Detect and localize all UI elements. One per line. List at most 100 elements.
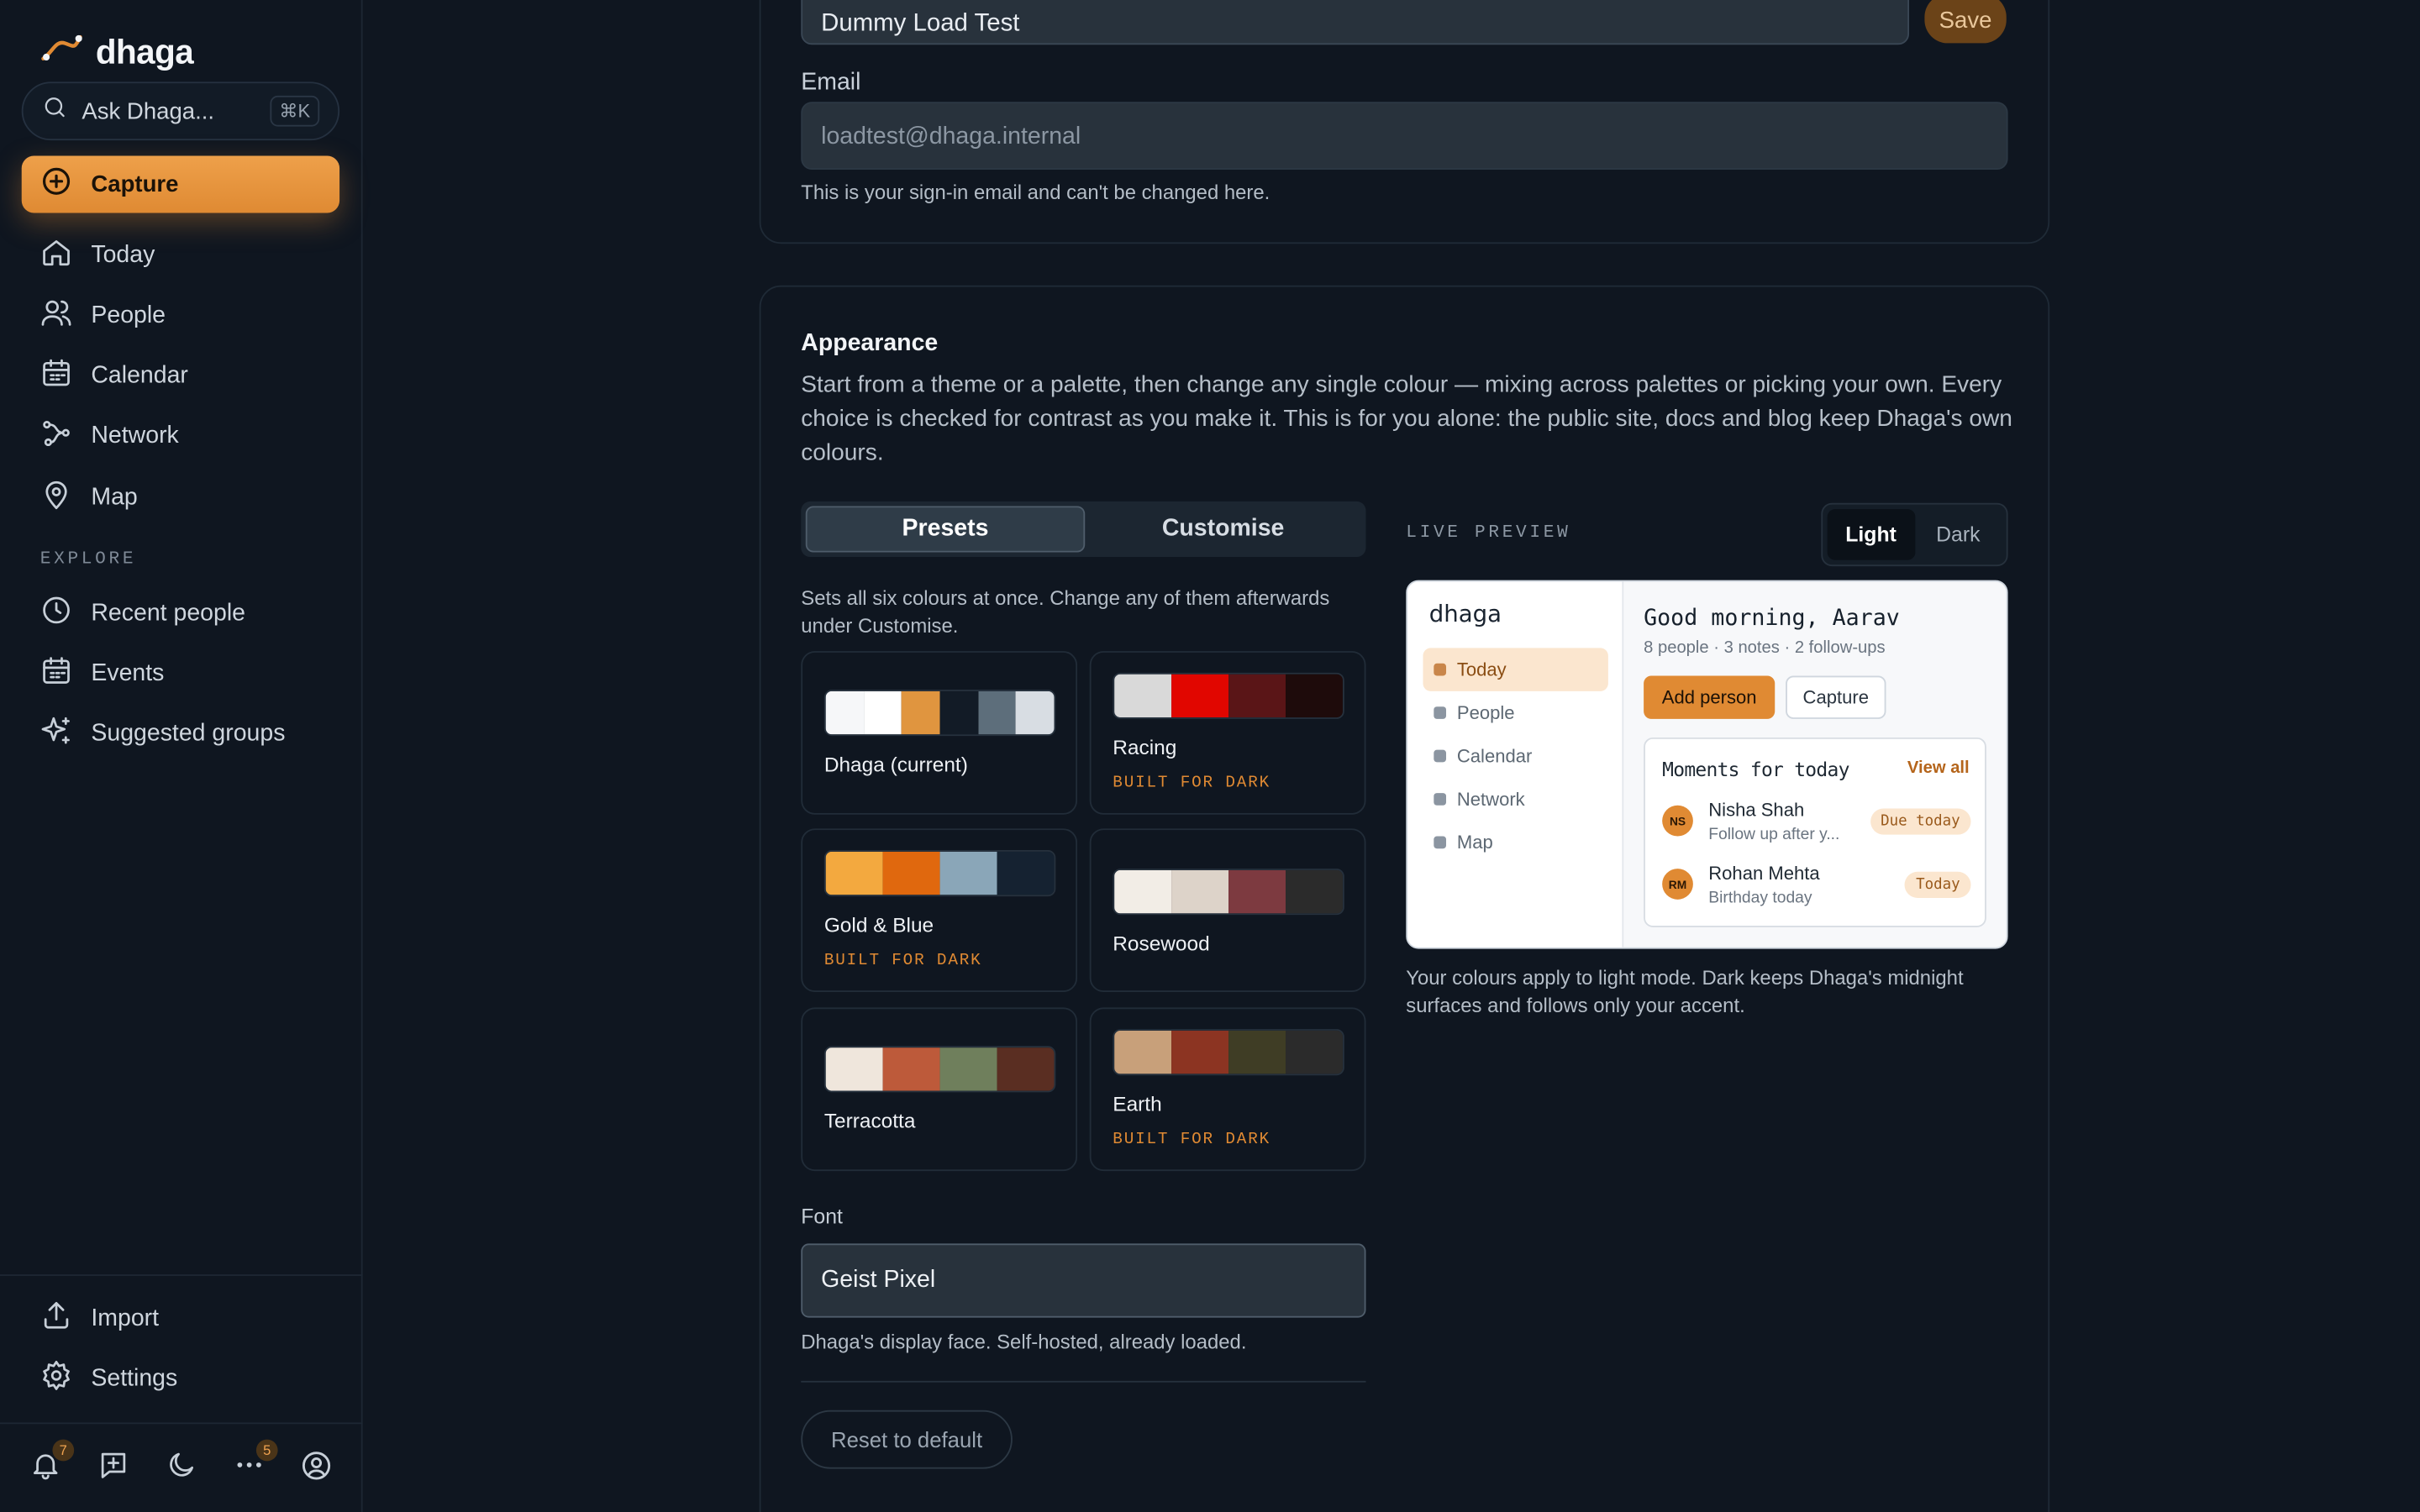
more-button[interactable]: 5: [232, 1439, 278, 1485]
preview-moments-card: Moments for today View all NS Nisha Shah…: [1644, 737, 1986, 927]
preset-tag: BUILT FOR DARK: [823, 952, 982, 971]
color-swatch: [882, 1047, 940, 1091]
mode-dark-button[interactable]: Dark: [1914, 509, 2002, 560]
color-swatch: [997, 851, 1055, 895]
nav-item-today[interactable]: Today: [0, 225, 363, 286]
color-swatch: [977, 690, 1017, 735]
color-swatch: [1171, 1030, 1229, 1074]
divider: [801, 1380, 1366, 1383]
preset-name: Dhaga (current): [823, 753, 968, 776]
display-name-input[interactable]: Dummy Load Test: [801, 0, 1910, 45]
moment-note: Follow up after y...: [1708, 825, 1840, 844]
search-placeholder: Ask Dhaga...: [82, 97, 215, 124]
upload-icon: [40, 1299, 73, 1339]
live-preview-label: LIVE PREVIEW: [1406, 522, 1571, 543]
more-badge: 5: [255, 1439, 278, 1462]
color-swatch: [1114, 674, 1172, 718]
color-swatch: [1228, 674, 1286, 718]
search-input[interactable]: Ask Dhaga... ⌘K: [21, 81, 340, 141]
preview-nav-label: Calendar: [1456, 745, 1533, 767]
color-swatch: [1228, 1030, 1286, 1074]
calendar-icon: [40, 357, 73, 397]
color-swatch: [1285, 1030, 1343, 1074]
tab-customise[interactable]: Customise: [1085, 506, 1361, 552]
nav-item-people[interactable]: People: [0, 286, 363, 346]
palette-swatches: [823, 850, 1056, 897]
mode-light-button[interactable]: Light: [1827, 509, 1915, 560]
nav-item-map[interactable]: Map: [0, 468, 363, 528]
notifications-button[interactable]: 7: [28, 1439, 75, 1485]
nav-item-suggested-groups[interactable]: Suggested groups: [0, 704, 363, 764]
preview-nav-item: Today: [1423, 648, 1608, 691]
moment-name: Nisha Shah: [1708, 799, 1805, 822]
preview-brand: dhaga: [1428, 600, 1502, 628]
nav-item-calendar[interactable]: Calendar: [0, 346, 363, 407]
theme-toggle-button[interactable]: [164, 1452, 197, 1485]
section-description: Start from a theme or a palette, then ch…: [801, 371, 2012, 466]
color-swatch: [1016, 690, 1055, 735]
preset-name: Terracotta: [823, 1109, 916, 1133]
moments-view-all: View all: [1907, 759, 1970, 778]
color-swatch: [825, 1047, 883, 1091]
nav-item-import[interactable]: Import: [0, 1289, 363, 1349]
user-circle-icon: [299, 1448, 333, 1490]
nav-item-network[interactable]: Network: [0, 407, 363, 467]
preset-tile-terracotta[interactable]: Terracotta: [801, 1007, 1078, 1172]
nav-label: Events: [91, 659, 165, 687]
main-nav: Today People Calendar Network Map: [0, 225, 363, 528]
feedback-button[interactable]: [96, 1452, 129, 1485]
appearance-tabs: Presets Customise: [801, 501, 1366, 558]
tab-presets[interactable]: Presets: [805, 506, 1086, 553]
message-plus-icon: [97, 1449, 129, 1489]
capture-button[interactable]: Capture: [21, 155, 340, 213]
save-button[interactable]: Save: [1924, 0, 2007, 44]
font-select[interactable]: Geist Pixel: [801, 1243, 1366, 1318]
email-label: Email: [801, 69, 861, 96]
nav-label: Suggested groups: [91, 720, 286, 748]
palette-swatches: [1113, 869, 1344, 916]
reset-to-default-button[interactable]: Reset to default: [801, 1410, 1013, 1469]
divider: [0, 1422, 363, 1425]
account-button[interactable]: [299, 1451, 333, 1485]
email-help-text: This is your sign-in email and can't be …: [801, 180, 1270, 204]
preview-nav-label: Map: [1456, 831, 1493, 853]
nav-item-recent-people[interactable]: Recent people: [0, 583, 363, 643]
preset-name: Rosewood: [1113, 932, 1210, 955]
preview-mode-toggle: Light Dark: [1821, 502, 2008, 567]
nav-label: Settings: [91, 1365, 178, 1392]
color-swatch: [939, 1047, 997, 1091]
color-swatch: [1114, 1030, 1172, 1074]
live-preview-help-text: Your colours apply to light mode. Dark k…: [1406, 965, 1964, 1016]
preview-nav-item: Calendar: [1423, 734, 1607, 777]
moment-row: RM Rohan Mehta Birthday today Today: [1662, 862, 1971, 915]
nav-item-events[interactable]: Events: [0, 643, 363, 704]
color-swatch: [1228, 869, 1286, 914]
divider: [0, 1274, 363, 1276]
square-icon: [1434, 793, 1447, 806]
preset-tile-racing[interactable]: Racing BUILT FOR DARK: [1089, 651, 1366, 815]
preset-tile-gold-blue[interactable]: Gold & Blue BUILT FOR DARK: [801, 828, 1078, 993]
preview-nav-item: People: [1423, 691, 1607, 734]
logo-icon: [40, 31, 83, 73]
presets-help-text: Sets all six colours at once. Change any…: [801, 585, 1330, 637]
preview-nav-label: Today: [1456, 659, 1507, 680]
preset-tile-dhaga[interactable]: Dhaga (current): [801, 651, 1078, 815]
color-swatch: [902, 690, 940, 735]
moment-name: Rohan Mehta: [1708, 862, 1820, 885]
sparkles-icon: [40, 715, 73, 755]
sidebar: dhaga Ask Dhaga... ⌘K Capture Today Peop…: [0, 0, 363, 1512]
preset-tile-rosewood[interactable]: Rosewood: [1089, 828, 1366, 993]
nav-item-settings[interactable]: Settings: [0, 1349, 363, 1410]
preview-nav-item: Network: [1423, 778, 1607, 821]
color-swatch: [1171, 674, 1229, 718]
preview-add-person-button: Add person: [1644, 675, 1776, 719]
moment-note: Birthday today: [1708, 888, 1812, 907]
app-window: dhaga Ask Dhaga... ⌘K Capture Today Peop…: [0, 0, 2420, 1512]
brand[interactable]: dhaga: [40, 31, 194, 73]
preview-greeting: Good morning, Aarav: [1644, 606, 1900, 632]
preview-nav-item: Map: [1423, 821, 1607, 864]
avatar: NS: [1662, 805, 1693, 837]
preset-tile-earth[interactable]: Earth BUILT FOR DARK: [1089, 1007, 1366, 1172]
square-icon: [1434, 836, 1447, 849]
palette-swatches: [1113, 1029, 1344, 1076]
